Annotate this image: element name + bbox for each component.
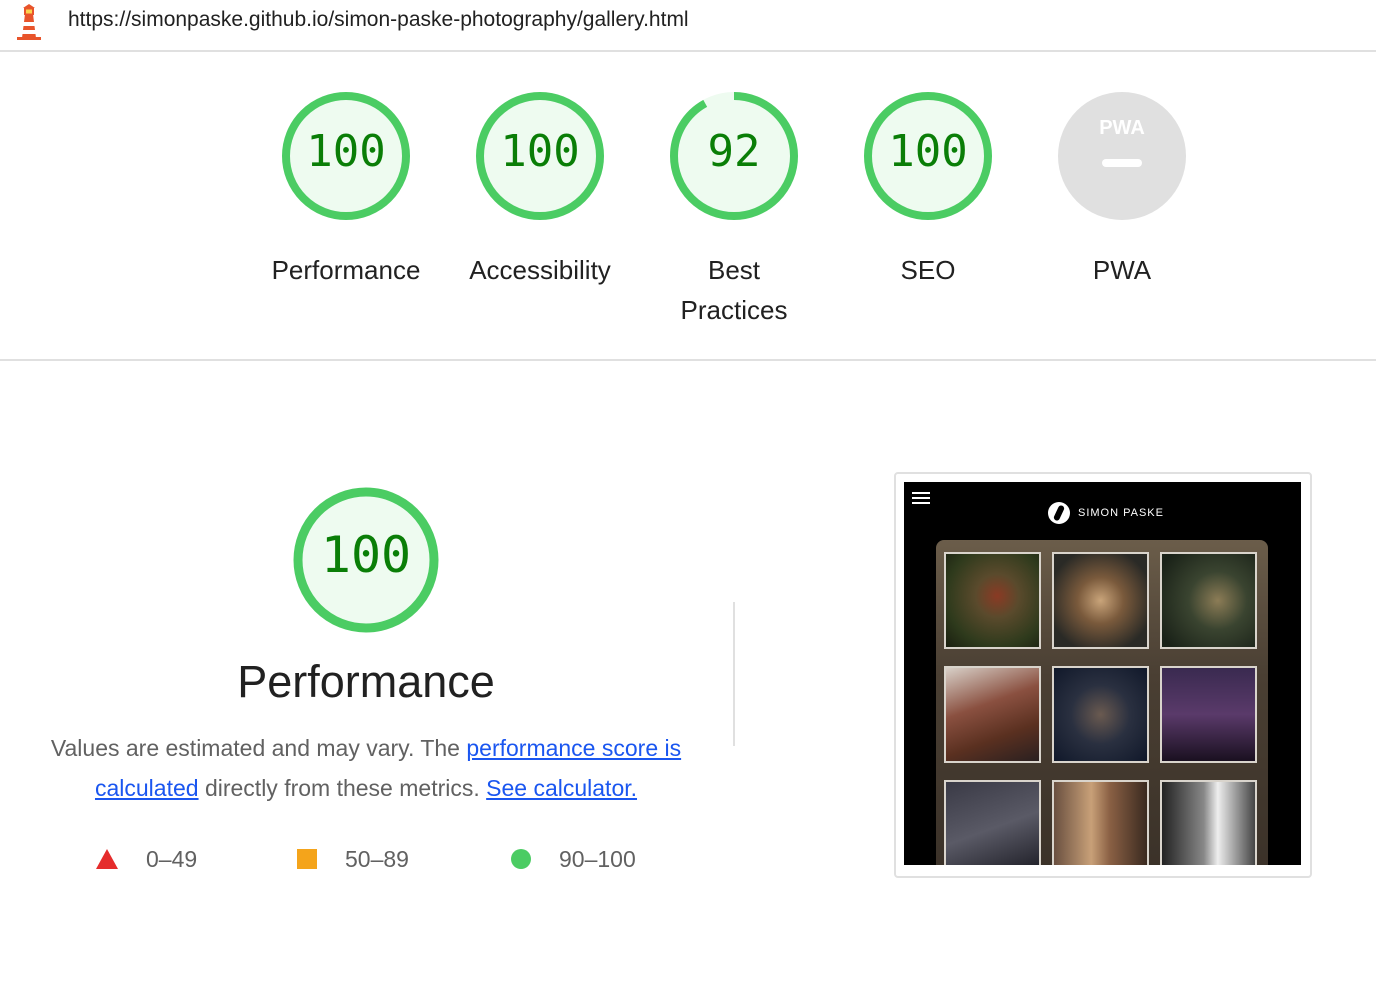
gallery-photo: [1160, 552, 1257, 649]
gallery-photo: [1052, 552, 1149, 649]
gallery-photo: [1052, 666, 1149, 763]
gauge-pwa[interactable]: PWA PWA: [1027, 90, 1217, 290]
gauge-seo[interactable]: 100 SEO: [833, 90, 1023, 290]
legend-average-range: 50–89: [345, 845, 409, 872]
legend-pass: 90–100: [511, 844, 636, 874]
gallery-photo: [1052, 780, 1149, 865]
gauge-pwa-label: PWA: [1092, 255, 1152, 285]
see-calculator-link[interactable]: See calculator.: [486, 775, 637, 801]
report-header: https://simonpaske.github.io/simon-paske…: [0, 0, 1376, 52]
gauge-accessibility-score: 100: [500, 126, 580, 177]
vertical-divider: [733, 602, 735, 746]
triangle-icon: [96, 849, 118, 869]
performance-title: Performance: [237, 656, 495, 707]
hamburger-icon: [912, 492, 930, 504]
final-screenshot: SIMON PASKE: [904, 482, 1301, 865]
desc-middle: directly from these metrics.: [198, 775, 487, 801]
report-url[interactable]: https://simonpaske.github.io/simon-paske…: [68, 8, 689, 32]
circle-icon: [511, 849, 531, 869]
legend-average: 50–89: [297, 844, 409, 874]
brand-logo-icon: [1048, 502, 1070, 524]
dash-icon: [1102, 159, 1142, 167]
lighthouse-icon: [17, 4, 41, 40]
square-icon: [297, 849, 317, 869]
legend-fail-range: 0–49: [146, 845, 198, 872]
section-divider: [0, 359, 1376, 361]
gauge-performance-label: Performance: [271, 255, 421, 285]
gauge-performance[interactable]: 100 Performance: [251, 90, 441, 290]
legend-pass-range: 90–100: [559, 845, 636, 872]
gauge-seo-score: 100: [888, 126, 968, 177]
gallery-photo: [1160, 666, 1257, 763]
performance-description: Values are estimated and may vary. The p…: [40, 728, 692, 808]
performance-large-score: 100: [320, 526, 412, 584]
gauge-best-practices[interactable]: 92 Best Practices: [639, 90, 829, 330]
brand: SIMON PASKE: [1048, 502, 1164, 524]
legend-fail: 0–49: [96, 844, 197, 874]
gallery-photo: [944, 552, 1041, 649]
desc-prefix: Values are estimated and may vary. The: [50, 735, 467, 761]
gauge-best-practices-score: 92: [707, 126, 761, 177]
gallery-photo: [1160, 780, 1257, 865]
gallery-photo: [944, 666, 1041, 763]
gauge-accessibility[interactable]: 100 Accessibility: [445, 90, 635, 290]
gauge-performance-score: 100: [306, 126, 386, 177]
gauge-pwa-ring: PWA: [1058, 92, 1186, 220]
brand-name: SIMON PASKE: [1078, 507, 1164, 519]
gauge-accessibility-label: Accessibility: [469, 255, 611, 285]
gauge-seo-label: SEO: [900, 255, 956, 285]
gallery-grid: [936, 540, 1268, 865]
gallery-photo: [944, 780, 1041, 865]
gauge-best-practices-label: Best Practices: [680, 255, 788, 325]
pwa-badge-icon: PWA: [1099, 117, 1145, 139]
